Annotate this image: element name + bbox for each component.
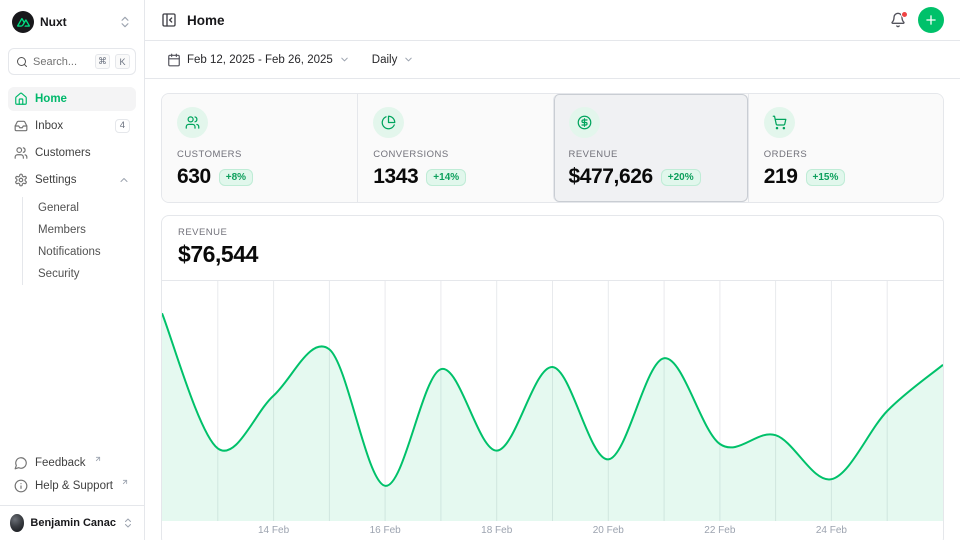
date-range-picker[interactable]: Feb 12, 2025 - Feb 26, 2025: [159, 48, 358, 72]
sidebar-nav: Home Inbox 4 Customers: [8, 87, 136, 285]
external-link-arrow-icon: [121, 478, 129, 486]
sidebar-item-inbox[interactable]: Inbox 4: [8, 114, 136, 138]
notification-dot: [901, 11, 908, 18]
users-icon: [177, 107, 208, 138]
chevron-down-icon: [339, 54, 350, 65]
pie-chart-icon: [373, 107, 404, 138]
delta-badge: +8%: [219, 169, 253, 186]
filters-toolbar: Feb 12, 2025 - Feb 26, 2025 Daily: [145, 41, 960, 79]
sidebar-footer-nav: Feedback Help & Support: [0, 443, 144, 505]
chevron-down-icon: [403, 54, 414, 65]
stat-label: CUSTOMERS: [177, 149, 342, 160]
inbox-icon: [14, 119, 28, 133]
period-select[interactable]: Daily: [364, 49, 423, 71]
kbd-k: K: [115, 54, 130, 69]
dollar-circle-icon: [569, 107, 600, 138]
users-icon: [14, 146, 28, 160]
team-switcher[interactable]: Nuxt: [8, 9, 136, 35]
chart-x-axis: 14 Feb 16 Feb 18 Feb 20 Feb 22 Feb 24 Feb: [162, 521, 943, 540]
notifications-button[interactable]: [890, 12, 906, 28]
chevrons-up-down-icon: [118, 15, 132, 29]
x-tick-label: 22 Feb: [704, 525, 735, 536]
settings-subnav: General Members Notifications Security: [22, 197, 136, 285]
x-tick-label: 18 Feb: [481, 525, 512, 536]
stat-value: 630: [177, 165, 211, 189]
kbd-meta: ⌘: [95, 54, 110, 69]
sidebar: Nuxt Search... ⌘ K Home: [0, 0, 145, 540]
user-name: Benjamin Canac: [30, 517, 116, 529]
gear-icon: [14, 173, 28, 187]
plus-icon: [924, 13, 938, 27]
stat-card-orders[interactable]: ORDERS 219 +15%: [748, 94, 943, 202]
app-window: Nuxt Search... ⌘ K Home: [0, 0, 960, 540]
stat-card-customers[interactable]: CUSTOMERS 630 +8%: [162, 94, 357, 202]
sidebar-item-feedback[interactable]: Feedback: [8, 451, 136, 474]
chart-metric-label: REVENUE: [178, 227, 927, 238]
page-header: Home: [145, 0, 960, 41]
sidebar-item-customers[interactable]: Customers: [8, 141, 136, 165]
inbox-count-badge: 4: [115, 119, 130, 133]
revenue-chart-card: REVENUE $76,544 14 Feb 16 Feb 18 Feb 20 Feb…: [161, 215, 944, 540]
external-link-arrow-icon: [94, 455, 102, 463]
revenue-area-chart[interactable]: [162, 281, 943, 521]
search-input[interactable]: Search... ⌘ K: [8, 48, 136, 75]
panel-left-close-icon[interactable]: [161, 12, 177, 28]
chevron-up-icon: [118, 174, 130, 186]
sidebar-item-notifications[interactable]: Notifications: [34, 241, 136, 263]
search-placeholder: Search...: [33, 56, 90, 68]
content-area: CUSTOMERS 630 +8% CONVERSIONS 1343 +14%: [145, 79, 960, 540]
sidebar-item-label: Settings: [35, 174, 111, 186]
stats-row: CUSTOMERS 630 +8% CONVERSIONS 1343 +14%: [161, 93, 944, 203]
sidebar-item-label: Inbox: [35, 120, 108, 132]
delta-badge: +15%: [806, 169, 846, 186]
stat-label: ORDERS: [764, 149, 928, 160]
sidebar-item-settings[interactable]: Settings: [8, 168, 136, 192]
home-icon: [14, 92, 28, 106]
sidebar-item-label: Home: [35, 93, 130, 105]
chart-header: REVENUE $76,544: [162, 216, 943, 281]
x-tick-label: 16 Feb: [370, 525, 401, 536]
info-circle-icon: [14, 479, 28, 493]
stat-value: 1343: [373, 165, 418, 189]
sidebar-item-home[interactable]: Home: [8, 87, 136, 111]
avatar: [10, 514, 24, 532]
message-circle-icon: [14, 456, 28, 470]
shopping-cart-icon: [764, 107, 795, 138]
calendar-icon: [167, 53, 181, 67]
chevrons-up-down-icon: [122, 517, 134, 529]
x-tick-label: 24 Feb: [816, 525, 847, 536]
main-panel: Home Feb 12, 2025 - Feb 26, 2025: [145, 0, 960, 540]
sidebar-item-members[interactable]: Members: [34, 219, 136, 241]
x-tick-label: 14 Feb: [258, 525, 289, 536]
nuxt-logo-icon: [12, 11, 34, 33]
stat-card-conversions[interactable]: CONVERSIONS 1343 +14%: [357, 94, 552, 202]
sidebar-item-help-support[interactable]: Help & Support: [8, 474, 136, 497]
sidebar-item-label: Customers: [35, 147, 130, 159]
chart-metric-value: $76,544: [178, 241, 927, 268]
stat-label: CONVERSIONS: [373, 149, 537, 160]
add-button[interactable]: [918, 7, 944, 33]
team-name: Nuxt: [40, 15, 112, 29]
sidebar-item-security[interactable]: Security: [34, 263, 136, 285]
stat-value: $477,626: [569, 165, 653, 189]
sidebar-item-general[interactable]: General: [34, 197, 136, 219]
x-tick-label: 20 Feb: [593, 525, 624, 536]
search-icon: [16, 56, 28, 68]
page-title: Home: [187, 13, 225, 28]
stat-value: 219: [764, 165, 798, 189]
delta-badge: +20%: [661, 169, 701, 186]
stat-label: REVENUE: [569, 149, 733, 160]
stat-card-revenue[interactable]: REVENUE $477,626 +20%: [553, 94, 748, 202]
user-menu[interactable]: Benjamin Canac: [0, 505, 144, 540]
delta-badge: +14%: [426, 169, 466, 186]
